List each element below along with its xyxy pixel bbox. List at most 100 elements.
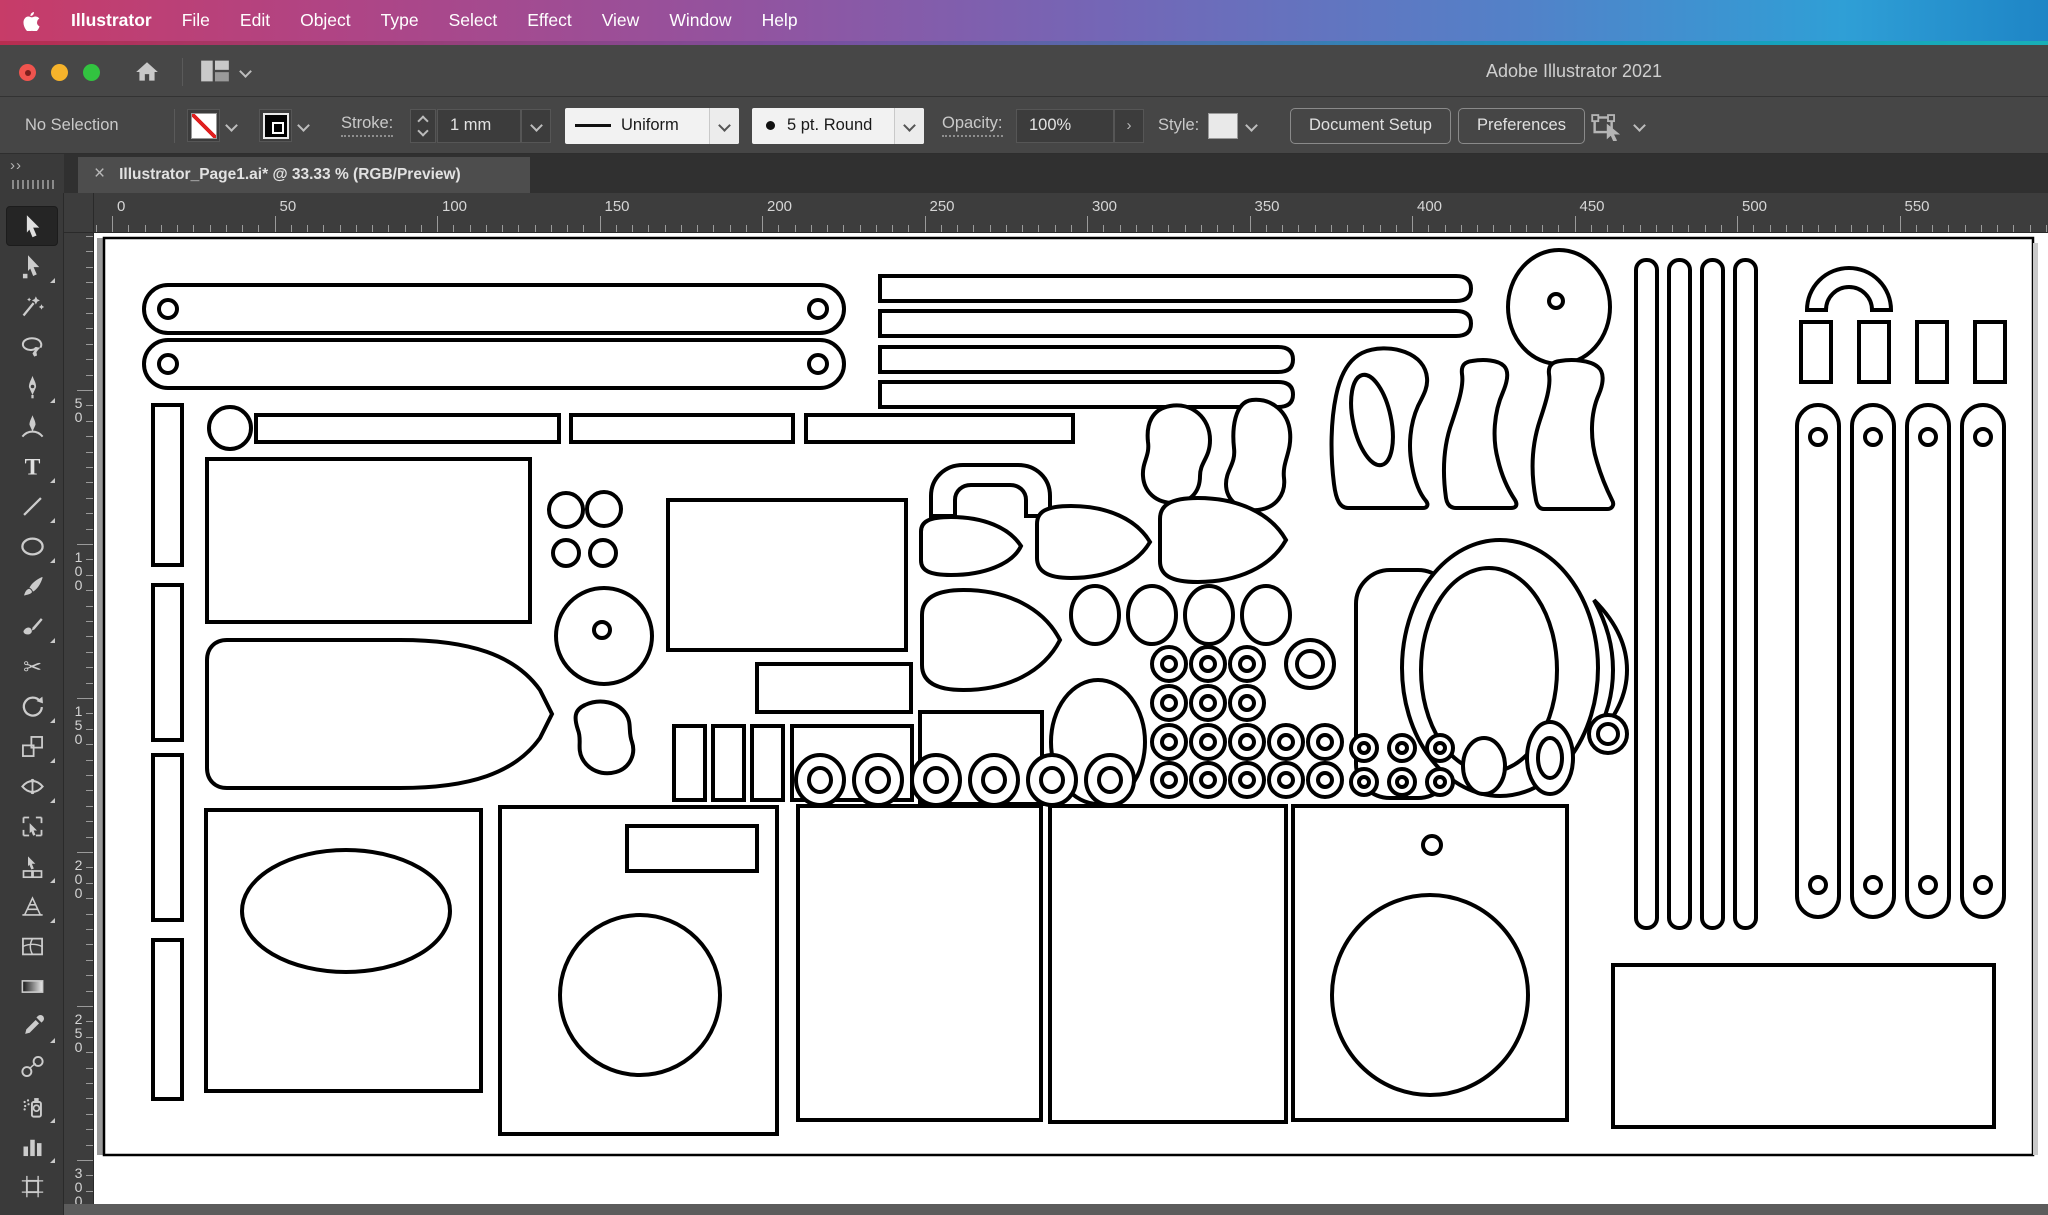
close-window-button[interactable]	[19, 64, 36, 81]
blend-tool[interactable]	[6, 1046, 58, 1086]
menu-item-edit[interactable]: Edit	[225, 0, 285, 41]
ruler-tick	[388, 225, 389, 232]
ellipse-tool[interactable]	[6, 526, 58, 566]
arrange-documents-icon	[200, 58, 230, 84]
document-canvas[interactable]	[94, 233, 2048, 1215]
rotate-tool[interactable]	[6, 686, 58, 726]
selection-tool-icon	[19, 213, 46, 240]
menu-item-effect[interactable]: Effect	[512, 0, 586, 41]
expand-panels-button[interactable]: ››	[10, 157, 22, 174]
menu-item-view[interactable]: View	[587, 0, 655, 41]
menu-item-select[interactable]: Select	[434, 0, 513, 41]
vertical-ruler[interactable]: 50100150200250300	[64, 233, 94, 1215]
arrange-documents-button[interactable]	[200, 58, 251, 84]
home-button[interactable]	[130, 56, 164, 88]
stroke-weight-field[interactable]: 1 mm	[437, 97, 521, 154]
artboard-tool[interactable]	[6, 1166, 58, 1206]
fill-dropdown-button[interactable]	[226, 97, 237, 154]
menu-item-window[interactable]: Window	[654, 0, 746, 41]
style-dropdown-button[interactable]	[1246, 97, 1257, 154]
brush-definition-dropdown[interactable]: 5 pt. Round	[752, 97, 924, 154]
menu-item-object[interactable]: Object	[285, 0, 366, 41]
direct-selection-tool[interactable]	[6, 246, 58, 286]
opacity-field[interactable]: 100%	[1016, 97, 1114, 154]
ellipse-tool-icon	[19, 533, 46, 560]
unsaved-dot	[25, 70, 31, 76]
minimize-window-button[interactable]	[51, 64, 68, 81]
selection-tool[interactable]	[6, 206, 58, 246]
isolate-dropdown-button[interactable]	[1634, 97, 1645, 154]
h-ruler-label: 0	[117, 198, 125, 215]
ruler-tick	[86, 559, 93, 560]
opacity-options-button[interactable]: ›	[1114, 97, 1144, 154]
type-tool[interactable]: T	[6, 446, 58, 486]
apple-menu[interactable]	[22, 10, 40, 31]
magic-wand-tool[interactable]	[6, 286, 58, 326]
tab-close-button[interactable]: ×	[94, 163, 105, 185]
column-graph-tool[interactable]	[6, 1126, 58, 1166]
stroke-color-well[interactable]	[259, 97, 292, 154]
scale-tool[interactable]	[6, 726, 58, 766]
stroke-label[interactable]: Stroke:	[341, 114, 393, 137]
ruler-tick	[86, 1191, 93, 1192]
mesh-tool[interactable]	[6, 926, 58, 966]
ruler-tick	[892, 225, 893, 232]
shaper-tool[interactable]	[6, 606, 58, 646]
ruler-tick	[583, 225, 584, 232]
tools-panel: T✂	[0, 193, 64, 1215]
ruler-tick	[1152, 225, 1153, 232]
fill-none-swatch-icon	[191, 113, 217, 139]
perspective-grid-tool[interactable]	[6, 886, 58, 926]
style-swatch[interactable]	[1208, 97, 1238, 154]
ruler-tick	[1883, 225, 1884, 232]
document-setup-button[interactable]: Document Setup	[1290, 108, 1451, 144]
flyout-indicator	[50, 1158, 55, 1163]
eyedropper-tool[interactable]	[6, 1006, 58, 1046]
ruler-tick	[86, 513, 93, 514]
width-profile-dropdown[interactable]: Uniform	[565, 97, 739, 154]
width-tool[interactable]	[6, 766, 58, 806]
ruler-corner[interactable]	[64, 193, 94, 233]
ruler-tick	[86, 1052, 93, 1053]
stroke-dropdown-button[interactable]	[298, 97, 309, 154]
stroke-weight-dropdown-button[interactable]	[521, 97, 551, 154]
ruler-tick	[486, 225, 487, 232]
ruler-tick	[86, 744, 93, 745]
gradient-tool[interactable]	[6, 966, 58, 1006]
ruler-tick	[1298, 225, 1299, 232]
blend-tool-icon	[19, 1053, 46, 1080]
toolbar-grip-icon[interactable]	[12, 180, 54, 189]
curvature-tool[interactable]	[6, 406, 58, 446]
artwork	[94, 233, 2048, 1215]
horizontal-ruler[interactable]: 050100150200250300350400450500550	[94, 193, 2048, 233]
menu-item-type[interactable]: Type	[366, 0, 434, 41]
lasso-tool[interactable]	[6, 326, 58, 366]
stroke-weight-stepper[interactable]	[410, 97, 436, 154]
ruler-tick	[1558, 225, 1559, 232]
artboard-tool-icon	[19, 1173, 46, 1200]
scissors-tool[interactable]: ✂	[6, 646, 58, 686]
document-tab[interactable]: × Illustrator_Page1.ai* @ 33.33 % (RGB/P…	[78, 157, 530, 193]
ruler-tick	[86, 375, 93, 376]
menu-item-help[interactable]: Help	[747, 0, 813, 41]
pen-tool[interactable]	[6, 366, 58, 406]
curvature-tool-icon	[19, 413, 46, 440]
menu-item-file[interactable]: File	[167, 0, 225, 41]
ruler-tick	[1997, 225, 1998, 232]
isolate-selected-button[interactable]	[1591, 97, 1625, 154]
ruler-tick	[86, 867, 93, 868]
paintbrush-tool[interactable]	[6, 566, 58, 606]
ruler-tick	[1705, 225, 1706, 232]
line-segment-tool[interactable]	[6, 486, 58, 526]
opacity-label[interactable]: Opacity:	[942, 114, 1003, 137]
shape-builder-tool[interactable]	[6, 846, 58, 886]
free-transform-tool[interactable]	[6, 806, 58, 846]
ruler-tick	[1867, 225, 1868, 232]
fill-color-well[interactable]	[187, 97, 220, 154]
menu-item-illustrator[interactable]: Illustrator	[56, 0, 167, 41]
artboard-right-shadow	[2033, 243, 2038, 1155]
symbol-sprayer-tool[interactable]	[6, 1086, 58, 1126]
ruler-tick	[1380, 225, 1381, 232]
zoom-window-button[interactable]	[83, 64, 100, 81]
preferences-button[interactable]: Preferences	[1458, 108, 1585, 144]
